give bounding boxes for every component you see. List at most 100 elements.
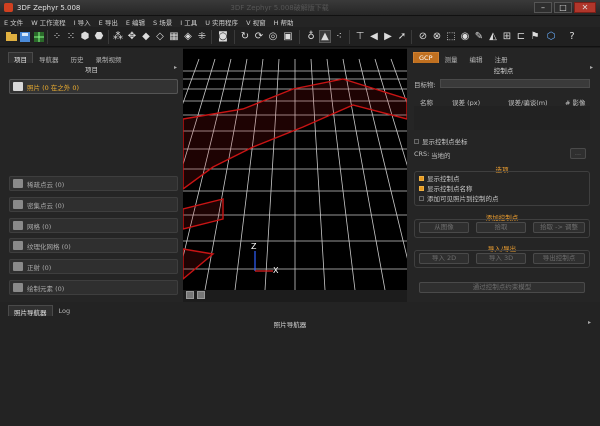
menu-view[interactable]: V 视窗 — [246, 17, 266, 27]
menu-file[interactable]: E 文件 — [4, 17, 23, 27]
export-gcp-button[interactable]: 导出控制点 — [533, 253, 585, 264]
points-icon[interactable]: ✥ — [126, 30, 138, 43]
crs-button[interactable]: ... — [570, 148, 586, 159]
shapes-icon[interactable]: ◈ — [182, 30, 194, 43]
tab-navigator[interactable]: 导航器 — [33, 52, 65, 64]
show-coords-box[interactable] — [414, 138, 419, 144]
folder-icon[interactable] — [5, 30, 17, 43]
menu-tools[interactable]: I 工具 — [180, 17, 197, 27]
close-button[interactable]: ✕ — [574, 2, 596, 13]
menu-workflow[interactable]: W 工作流程 — [31, 17, 66, 27]
filter-icon[interactable]: ⊞ — [501, 30, 513, 43]
tab-edit[interactable]: 编辑 — [464, 52, 489, 64]
tab-history[interactable]: 历史 — [65, 52, 90, 64]
textured-mesh-label: 纹理化网格 (0) — [27, 242, 71, 251]
target-icon[interactable]: ◉ — [459, 30, 471, 43]
bucket-icon[interactable]: ◭ — [487, 30, 499, 43]
photos-item[interactable]: 照片 (0 在之外 0) — [9, 79, 178, 94]
cube-solid-icon[interactable]: ◆ — [140, 30, 152, 43]
add-visible-photos-label: 添加可见照片到控制的点 — [427, 195, 499, 203]
dense-cloud-icon — [13, 200, 23, 209]
bulb-icon[interactable]: ♁ — [305, 30, 317, 43]
show-gcp-box[interactable] — [419, 175, 424, 181]
sparse-cloud-icon — [13, 179, 23, 188]
sparse-cloud-item[interactable]: 稀疏点云 (0) — [9, 176, 178, 191]
add-visible-photos-box[interactable] — [419, 195, 424, 201]
points-triangle-icon[interactable]: ⁖ — [333, 30, 345, 43]
redo-icon[interactable]: ▶ — [382, 30, 394, 43]
target-select[interactable] — [440, 79, 590, 88]
rotate-icon[interactable]: ↻ — [239, 30, 251, 43]
menu-utilities[interactable]: U 实用程序 — [205, 17, 238, 27]
show-gcp-names-checkbox[interactable]: 显示控制点名称 — [419, 183, 473, 193]
tab-project[interactable]: 项目 — [8, 52, 33, 64]
window-title-watermark: 3DF Zephyr 5.008破解版下载 — [230, 3, 329, 12]
triangle-icon[interactable]: ▲ — [319, 30, 331, 43]
undo-icon[interactable]: ◀ — [368, 30, 380, 43]
measure-icon[interactable]: ⊏ — [515, 30, 527, 43]
lasso-icon[interactable]: ⊘ — [417, 30, 429, 43]
textured-mesh-item[interactable]: 纹理化网格 (0) — [9, 238, 178, 253]
no-select-icon[interactable]: ⊗ — [431, 30, 443, 43]
show-gcp-names-box[interactable] — [419, 185, 424, 191]
dense-cloud-item[interactable]: 密集点云 (0) — [9, 197, 178, 212]
reset-icon[interactable]: ◎ — [267, 30, 279, 43]
show-coords-checkbox[interactable]: 显示控制点坐标 — [414, 136, 468, 146]
dots-icon[interactable]: ⁜ — [196, 30, 208, 43]
viewport-axis-toggle[interactable] — [197, 291, 205, 299]
tab-register[interactable]: 注册 — [489, 52, 514, 64]
menu-help[interactable]: H 帮助 — [274, 17, 294, 27]
viewport-grid-toggle[interactable] — [186, 291, 194, 299]
select-icon[interactable]: ⬚ — [445, 30, 457, 43]
toolbar: ⁘ ⁙ ⬢ ⬣ ⁂ ✥ ◆ ◇ ▦ ◈ ⁜ ◙ ↻ ⟳ ◎ ▣ ♁ ▲ ⁖ ⊤ … — [0, 27, 600, 47]
import-2d-button[interactable]: 导入 2D — [419, 253, 469, 264]
menu-edit[interactable]: E 编辑 — [126, 17, 145, 27]
pick-adjust-button[interactable]: 拾取 -> 调整 — [533, 222, 585, 233]
add-visible-photos-checkbox[interactable]: 添加可见照片到控制的点 — [419, 193, 499, 203]
import-3d-button[interactable]: 导入 3D — [476, 253, 526, 264]
dense-cloud-icon[interactable]: ⁙ — [65, 30, 77, 43]
box-icon[interactable]: ⬡ — [545, 30, 557, 43]
ortho-label: 正射 (0) — [27, 263, 52, 272]
mesh-item[interactable]: 网格 (0) — [9, 218, 178, 233]
constrain-model-button[interactable]: 通过控制点约束模型 — [419, 282, 585, 293]
camera-icon[interactable]: ◙ — [217, 30, 229, 43]
control-points-table[interactable] — [414, 106, 590, 130]
menu-scene[interactable]: S 场景 — [153, 17, 172, 27]
x-axis-label: X — [273, 266, 279, 275]
pin-icon[interactable]: ⊤ — [354, 30, 366, 43]
menu-export[interactable]: E 导出 — [99, 17, 118, 27]
bottom-panel-scroll-icon[interactable]: ▸ — [588, 319, 591, 326]
cube-wire-icon[interactable]: ◇ — [154, 30, 166, 43]
grid-3d-icon[interactable]: ▦ — [168, 30, 180, 43]
mesh-icon[interactable]: ⬢ — [79, 30, 91, 43]
tab-log[interactable]: Log — [53, 305, 77, 316]
brush-icon[interactable]: ✎ — [473, 30, 485, 43]
tab-photo-navigator[interactable]: 照片导航器 — [8, 305, 53, 317]
record-icon[interactable]: ▣ — [282, 30, 294, 43]
sparse-cloud-label: 稀疏点云 (0) — [27, 180, 65, 189]
help-icon[interactable]: ? — [566, 30, 578, 43]
maximize-button[interactable]: □ — [554, 2, 572, 13]
show-gcp-checkbox[interactable]: 显示控制点 — [419, 173, 460, 183]
flag-icon[interactable]: ⚑ — [529, 30, 541, 43]
menu-import[interactable]: I 导入 — [74, 17, 91, 27]
save-icon[interactable] — [19, 30, 31, 43]
tab-record-video[interactable]: 录制视频 — [90, 52, 128, 64]
pick-button[interactable]: 拾取 — [476, 222, 526, 233]
ortho-item[interactable]: 正射 (0) — [9, 259, 178, 274]
cube-icon[interactable]: ⁂ — [112, 30, 124, 43]
tab-gcp[interactable]: GCP — [413, 52, 439, 63]
draw-elements-item[interactable]: 绘制元素 (0) — [9, 280, 178, 295]
show-gcp-label: 显示控制点 — [427, 175, 460, 183]
sparse-cloud-icon[interactable]: ⁘ — [51, 30, 63, 43]
grid-icon[interactable] — [33, 30, 45, 43]
arrow-icon[interactable]: ➚ — [396, 30, 408, 43]
from-image-button[interactable]: 从图像 — [419, 222, 469, 233]
minimize-button[interactable]: – — [534, 2, 552, 13]
refresh-icon[interactable]: ⟳ — [253, 30, 265, 43]
textured-mesh-icon[interactable]: ⬣ — [93, 30, 105, 43]
3d-viewport[interactable]: Z X — [183, 49, 407, 290]
tab-measure[interactable]: 测量 — [439, 52, 464, 64]
bottom-panel-tabs: 照片导航器 Log — [8, 305, 77, 317]
